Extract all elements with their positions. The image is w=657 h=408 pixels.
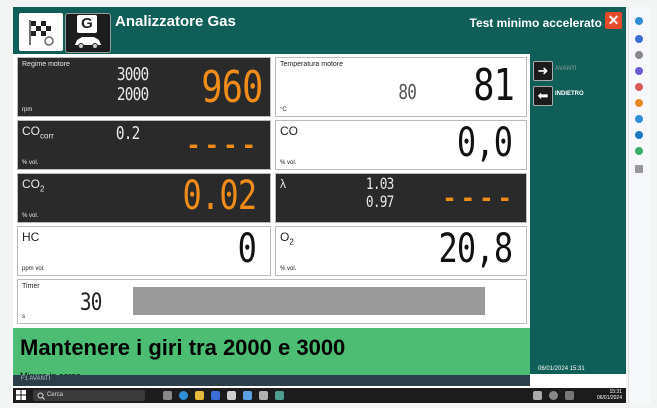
- side-datetime: 06/01/2024 15:31: [538, 366, 585, 372]
- clock-date: 06/01/2024: [596, 395, 622, 401]
- next-button[interactable]: ➜ AVANTI: [533, 61, 623, 83]
- panel-co2: CO2 % vol. 0.02: [17, 173, 271, 223]
- co2-label: CO2: [22, 177, 45, 194]
- co-unit: % vol.: [280, 160, 297, 166]
- timer-label: Timer: [22, 283, 40, 290]
- regime-label: Regime motore: [22, 61, 70, 68]
- co-value: 0,0: [456, 120, 513, 166]
- lambda-label: λ: [280, 177, 286, 191]
- o2-label: O2: [280, 230, 294, 247]
- panel-hc: HC ppm vol. 0: [17, 226, 271, 276]
- regime-range-bottom: 2000: [116, 84, 149, 105]
- plus-icon[interactable]: [635, 165, 643, 173]
- mail-icon[interactable]: [243, 391, 252, 400]
- g-badge: G: [77, 15, 97, 33]
- title-bar: G Analizzatore Gas Test minimo accelerat…: [13, 7, 626, 54]
- instruction-message: Mantenere i giri tra 2000 e 3000: [20, 335, 346, 360]
- drop-icon[interactable]: [635, 147, 643, 155]
- temperatura-label: Temperatura motore: [280, 61, 344, 68]
- next-label: AVANTI: [555, 66, 577, 72]
- file-explorer-icon[interactable]: [195, 391, 204, 400]
- arrow-left-icon: ⬅: [533, 86, 553, 106]
- search-placeholder: Cerca: [47, 392, 64, 398]
- taskbar-clock[interactable]: 15:31 06/01/2024: [597, 389, 622, 401]
- function-key-hint: F1 AVANTI: [21, 376, 51, 382]
- timer-value: 30: [80, 288, 102, 316]
- office-icon[interactable]: [635, 115, 643, 123]
- shopping-icon[interactable]: [635, 83, 643, 91]
- co-corr-unit: % vol.: [22, 160, 39, 166]
- panel-regime-motore: Regime motore rpm 3000 2000 960: [17, 57, 271, 117]
- taskbar-search[interactable]: Cerca: [33, 390, 145, 401]
- panel-timer: Timer s 30: [17, 279, 527, 324]
- o2-unit: % vol.: [280, 266, 297, 272]
- regime-range-top: 3000: [116, 64, 149, 85]
- o2-value: 20,8: [438, 226, 513, 272]
- car-icon: [75, 37, 101, 49]
- gas-analyzer-button[interactable]: G: [65, 13, 111, 53]
- bing-icon[interactable]: [635, 35, 643, 43]
- co-corr-value: ----: [186, 131, 260, 159]
- copilot-icon[interactable]: [635, 17, 643, 25]
- search-icon: [37, 392, 45, 400]
- co2-unit: % vol.: [22, 213, 39, 219]
- temperatura-unit: °C: [280, 107, 287, 113]
- network-icon[interactable]: [549, 391, 558, 400]
- outlook-icon[interactable]: [635, 131, 643, 139]
- tray-icon[interactable]: [533, 391, 542, 400]
- volume-icon[interactable]: [565, 391, 574, 400]
- panel-temperatura-motore: Temperatura motore °C 80 81: [275, 57, 527, 117]
- system-side-strip: [628, 7, 651, 403]
- edge-browser-icon[interactable]: [179, 391, 188, 400]
- lambda-range-top: 1.03: [366, 174, 394, 193]
- co-corr-label: COcorr: [22, 124, 54, 141]
- test-title: Test minimo accelerato: [469, 16, 603, 30]
- side-panel: ➜ AVANTI ⬅ INDIETRO 06/01/2024 15:31: [530, 54, 626, 374]
- function-key-strip: F1 AVANTI: [13, 375, 530, 386]
- panel-o2: O2 % vol. 20,8: [275, 226, 527, 276]
- back-label: INDIETRO: [555, 91, 584, 97]
- temperatura-threshold: 80: [398, 80, 416, 104]
- lambda-range-bottom: 0.97: [366, 192, 394, 211]
- co-corr-limit: 0.2: [116, 123, 140, 144]
- arrow-right-icon: ➜: [533, 61, 553, 81]
- store-icon[interactable]: [211, 391, 220, 400]
- task-view-icon[interactable]: [163, 391, 172, 400]
- hc-label: HC: [22, 230, 40, 244]
- games-icon[interactable]: [635, 99, 643, 107]
- panel-co: CO % vol. 0,0: [275, 120, 527, 170]
- regime-value: 960: [200, 62, 263, 113]
- windows-start-icon[interactable]: [16, 390, 26, 400]
- panel-lambda: λ 1.03 0.97 ----: [275, 173, 527, 223]
- lambda-value: ----: [442, 184, 516, 212]
- settings-icon[interactable]: [227, 391, 236, 400]
- panel-co-corr: COcorr % vol. 0.2 ----: [17, 120, 271, 170]
- search-side-icon[interactable]: [635, 51, 643, 59]
- app-title: Analizzatore Gas: [115, 13, 236, 30]
- tools-icon[interactable]: [635, 67, 643, 75]
- app-window: G Analizzatore Gas Test minimo accelerat…: [13, 7, 626, 388]
- regime-unit: rpm: [22, 107, 33, 113]
- back-button[interactable]: ⬅ INDIETRO: [533, 86, 623, 108]
- hc-unit: ppm vol.: [22, 266, 45, 272]
- co2-value: 0.02: [182, 173, 257, 219]
- close-button[interactable]: ✕: [605, 12, 622, 29]
- timer-progress-bar: [133, 287, 485, 315]
- taskbar: Cerca 15:31 06/01/2024: [13, 388, 626, 403]
- co-label: CO: [280, 124, 298, 138]
- timer-unit: s: [22, 314, 25, 320]
- checkered-flag-icon: [29, 20, 54, 46]
- app-icon[interactable]: [259, 391, 268, 400]
- temperatura-value: 81: [473, 60, 515, 111]
- app-logo: [19, 13, 63, 51]
- hc-value: 0: [237, 226, 257, 272]
- gas-analyzer-app-icon[interactable]: [275, 391, 284, 400]
